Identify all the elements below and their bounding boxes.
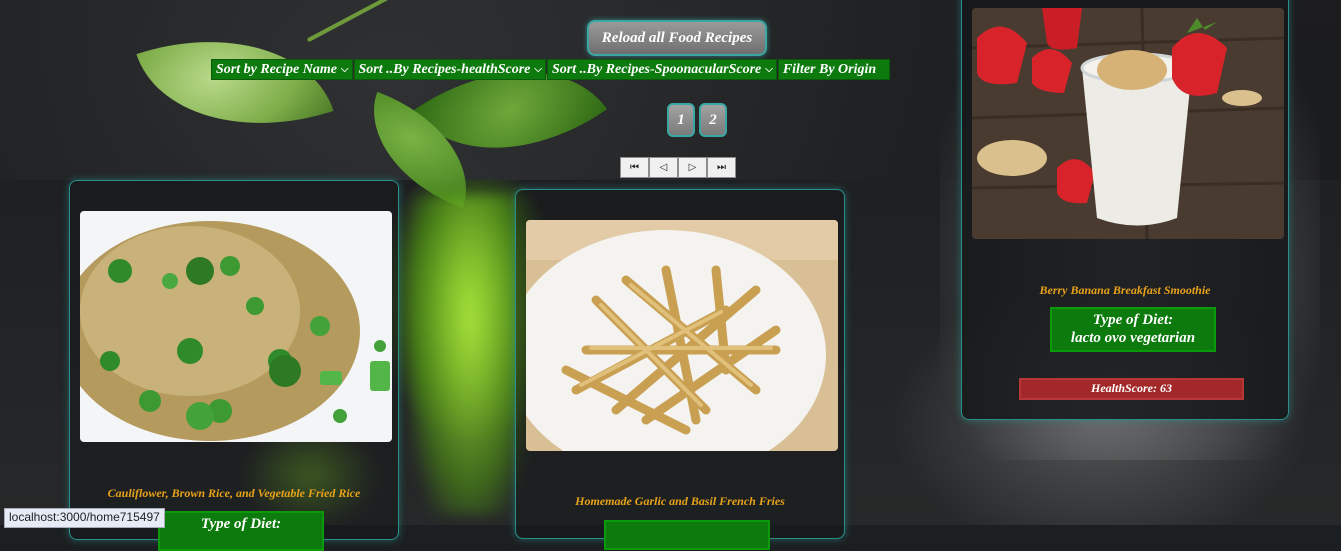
next-page-icon[interactable]: ▷ xyxy=(678,157,707,178)
page-button-2[interactable]: 2 xyxy=(699,103,727,137)
page-number-buttons: 1 2 xyxy=(667,103,727,137)
chevron-down-icon: ⌵ xyxy=(340,64,349,75)
filter-by-origin-label: Filter By Origin xyxy=(782,61,877,77)
reload-recipes-button[interactable]: Reload all Food Recipes xyxy=(587,20,767,56)
recipe-card[interactable]: Berry Banana Breakfast Smoothie Type of … xyxy=(961,0,1289,420)
diet-type-label: Type of Diet: xyxy=(1092,312,1174,328)
sort-by-spoonacularscore-select[interactable]: Sort ..By Recipes-SpoonacularScore ⌵ xyxy=(547,59,777,80)
sort-by-name-label: Sort by Recipe Name xyxy=(216,61,337,77)
recipe-title: Berry Banana Breakfast Smoothie xyxy=(1039,283,1211,297)
sort-filter-bar: Sort by Recipe Name ⌵ Sort ..By Recipes-… xyxy=(211,59,890,80)
chevron-down-icon: ⌵ xyxy=(765,64,773,75)
recipe-image xyxy=(80,211,392,442)
first-page-icon[interactable]: ⏮ xyxy=(620,157,649,178)
diet-type-badge: Type of Diet: xyxy=(158,511,324,551)
chevron-down-icon: ⌵ xyxy=(534,64,542,75)
page-navigation: ⏮ ◁ ▷ ⏭ xyxy=(620,157,736,178)
status-bar-url: localhost:3000/home715497 xyxy=(4,508,165,528)
diet-type-badge: Type of Diet: lacto ovo vegetarian xyxy=(1050,307,1216,352)
recipe-image xyxy=(526,220,838,451)
sort-by-name-select[interactable]: Sort by Recipe Name ⌵ xyxy=(211,59,353,80)
previous-page-icon[interactable]: ◁ xyxy=(649,157,678,178)
recipe-card[interactable]: Homemade Garlic and Basil French Fries xyxy=(515,189,845,550)
sort-by-healthscore-label: Sort ..By Recipes-healthScore xyxy=(358,61,531,77)
page-button-1[interactable]: 1 xyxy=(667,103,695,137)
health-score-label: HealthScore: 63 xyxy=(1091,381,1172,395)
health-score-bar: HealthScore: 63 xyxy=(1019,378,1244,400)
recipe-card[interactable]: Cauliflower, Brown Rice, and Vegetable F… xyxy=(69,180,399,551)
sort-by-healthscore-select[interactable]: Sort ..By Recipes-healthScore ⌵ xyxy=(353,59,546,80)
filter-by-origin-select[interactable]: Filter By Origin xyxy=(777,59,890,80)
diet-type-label: Type of Diet: xyxy=(200,516,282,532)
recipe-title: Homemade Garlic and Basil French Fries xyxy=(575,494,785,508)
diet-type-value: lacto ovo vegetarian xyxy=(1070,330,1196,346)
recipe-title: Cauliflower, Brown Rice, and Vegetable F… xyxy=(107,486,361,500)
last-page-icon[interactable]: ⏭ xyxy=(707,157,736,178)
sort-by-spoonacularscore-label: Sort ..By Recipes-SpoonacularScore xyxy=(552,61,762,77)
recipe-image xyxy=(972,8,1284,239)
